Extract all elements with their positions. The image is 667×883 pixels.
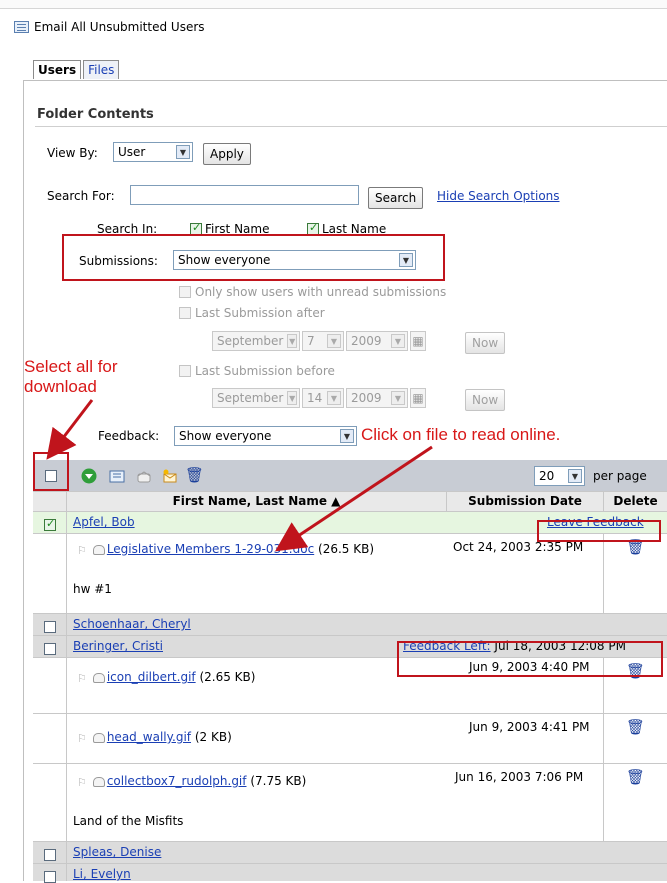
- arrow-to-file-link: [275, 445, 433, 552]
- annotation-arrows: [46, 399, 433, 552]
- arrow-to-select-all: [46, 399, 94, 460]
